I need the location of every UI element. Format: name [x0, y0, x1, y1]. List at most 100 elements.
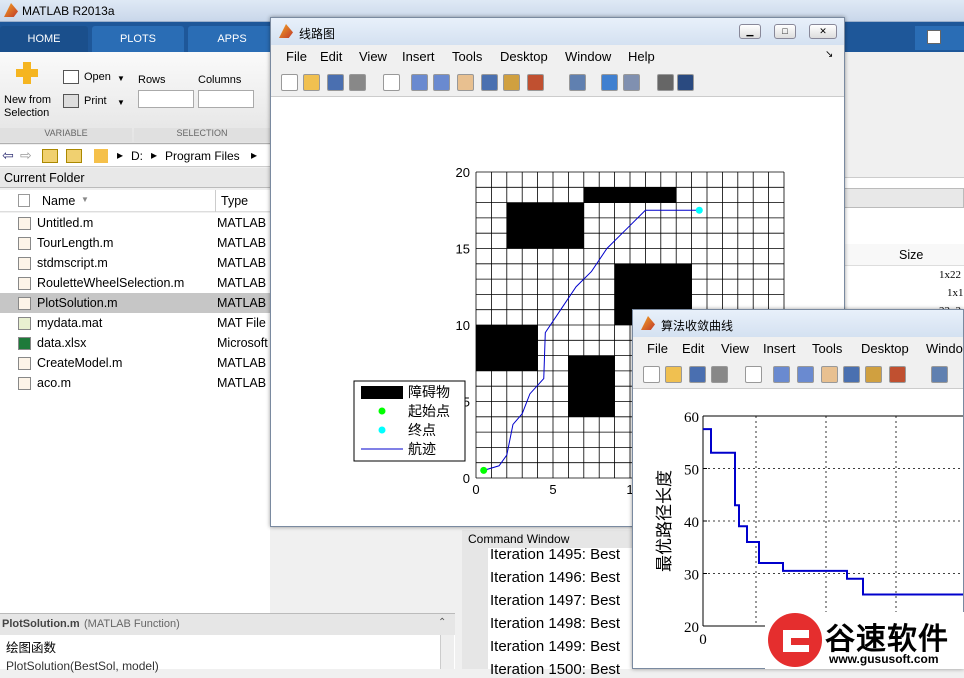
- close-button[interactable]: ✕: [809, 24, 837, 39]
- menu-insert[interactable]: Insert: [763, 341, 796, 356]
- open-file-icon[interactable]: [303, 74, 320, 91]
- menu-desktop[interactable]: Desktop: [861, 341, 909, 356]
- menu-desktop[interactable]: Desktop: [500, 49, 548, 64]
- menu-file[interactable]: File: [647, 341, 668, 356]
- menu-insert[interactable]: Insert: [402, 49, 435, 64]
- forward-arrow-icon[interactable]: ⇨: [20, 147, 32, 164]
- dock-icon[interactable]: ↘: [825, 49, 833, 60]
- zoom-in-icon[interactable]: [411, 74, 428, 91]
- link-icon[interactable]: [569, 74, 586, 91]
- pointer-icon[interactable]: [383, 74, 400, 91]
- colorbar-icon[interactable]: [601, 74, 618, 91]
- data-cursor-icon[interactable]: [865, 366, 882, 383]
- file-row[interactable]: data.xlsx Microsoft: [0, 333, 270, 353]
- browse-folder-icon[interactable]: [66, 149, 82, 163]
- menu-view[interactable]: View: [359, 49, 387, 64]
- new-from-selection-button[interactable]: [14, 60, 40, 86]
- pointer-icon[interactable]: [745, 366, 762, 383]
- details-scrollbar[interactable]: [440, 635, 454, 669]
- rows-input[interactable]: [138, 90, 194, 108]
- file-row[interactable]: Untitled.m MATLAB: [0, 213, 270, 233]
- column-type[interactable]: Type: [221, 194, 248, 208]
- brush-icon[interactable]: [527, 74, 544, 91]
- file-row[interactable]: stdmscript.m MATLAB: [0, 253, 270, 273]
- file-row[interactable]: TourLength.m MATLAB: [0, 233, 270, 253]
- new-figure-icon[interactable]: [643, 366, 660, 383]
- file-row[interactable]: aco.m MATLAB: [0, 373, 270, 393]
- rotate-icon[interactable]: [843, 366, 860, 383]
- matlab-logo-icon: [4, 3, 18, 17]
- workspace-columns: Size: [843, 244, 964, 266]
- minimize-button[interactable]: ▁: [739, 24, 761, 39]
- new-figure-icon[interactable]: [281, 74, 298, 91]
- show-tools-icon[interactable]: [677, 74, 694, 91]
- save-icon[interactable]: [327, 74, 344, 91]
- menu-edit[interactable]: Edit: [320, 49, 342, 64]
- menu-windo[interactable]: Windo: [926, 341, 963, 356]
- link-icon[interactable]: [931, 366, 948, 383]
- obstacle: [568, 355, 615, 417]
- column-size[interactable]: Size: [899, 248, 923, 262]
- print-icon[interactable]: [349, 74, 366, 91]
- file-icon: [18, 194, 30, 207]
- menu-edit[interactable]: Edit: [682, 341, 704, 356]
- help-icon[interactable]: [927, 30, 941, 44]
- y-tick-label: 20: [456, 165, 470, 180]
- zoom-out-icon[interactable]: [433, 74, 450, 91]
- print-button[interactable]: Print: [84, 95, 107, 107]
- file-name: Untitled.m: [37, 216, 94, 230]
- details-file-name: PlotSolution.m: [2, 618, 80, 630]
- figure2-title: 算法收敛曲线: [661, 319, 734, 333]
- chevron-down-icon[interactable]: ▼: [117, 74, 125, 83]
- current-folder-header: Current Folder: [0, 168, 270, 188]
- hide-tools-icon[interactable]: [657, 74, 674, 91]
- legend-end-marker: [378, 426, 386, 434]
- menu-view[interactable]: View: [721, 341, 749, 356]
- chevron-down-icon[interactable]: ▼: [117, 98, 125, 107]
- zoom-in-icon[interactable]: [773, 366, 790, 383]
- details-header: PlotSolution.m (MATLAB Function) ⌃: [0, 613, 455, 635]
- up-folder-icon[interactable]: [42, 149, 58, 163]
- file-row[interactable]: CreateModel.m MATLAB: [0, 353, 270, 373]
- column-name[interactable]: Name: [42, 194, 75, 208]
- tab-home[interactable]: HOME: [0, 26, 88, 52]
- path-folder[interactable]: Program Files: [165, 149, 240, 163]
- open-file-icon[interactable]: [665, 366, 682, 383]
- m-file-icon: [18, 277, 31, 290]
- menu-window[interactable]: Window: [565, 49, 611, 64]
- file-name: data.xlsx: [37, 336, 87, 350]
- group-variable-label: VARIABLE: [0, 128, 132, 142]
- path-drive[interactable]: D:: [131, 149, 143, 163]
- file-row[interactable]: PlotSolution.m MATLAB: [0, 293, 270, 313]
- menu-help[interactable]: Help: [628, 49, 655, 64]
- column-divider[interactable]: [215, 190, 216, 212]
- zoom-out-icon[interactable]: [797, 366, 814, 383]
- rotate-icon[interactable]: [481, 74, 498, 91]
- file-row[interactable]: mydata.mat MAT File: [0, 313, 270, 333]
- open-button[interactable]: Open: [84, 71, 111, 83]
- y-tick-label: 60: [684, 410, 699, 426]
- tab-apps[interactable]: APPS: [188, 26, 276, 52]
- pan-icon[interactable]: [457, 74, 474, 91]
- collapse-icon[interactable]: ⌃: [438, 617, 446, 628]
- columns-input[interactable]: [198, 90, 254, 108]
- data-cursor-icon[interactable]: [503, 74, 520, 91]
- pan-icon[interactable]: [821, 366, 838, 383]
- print-icon[interactable]: [711, 366, 728, 383]
- menu-tools[interactable]: Tools: [812, 341, 842, 356]
- m-file-icon: [18, 297, 31, 310]
- back-arrow-icon[interactable]: ⇦: [2, 147, 14, 164]
- y-tick-label: 30: [684, 568, 699, 584]
- file-type: MATLAB: [217, 216, 267, 230]
- file-row[interactable]: RouletteWheelSelection.m MATLAB: [0, 273, 270, 293]
- file-name: TourLength.m: [37, 236, 114, 250]
- save-icon[interactable]: [689, 366, 706, 383]
- legend-icon[interactable]: [623, 74, 640, 91]
- brush-icon[interactable]: [889, 366, 906, 383]
- tab-plots[interactable]: PLOTS: [92, 26, 184, 52]
- menu-tools[interactable]: Tools: [452, 49, 482, 64]
- maximize-button[interactable]: □: [774, 24, 796, 39]
- menu-file[interactable]: File: [286, 49, 307, 64]
- address-bar[interactable]: ⇦ ⇨ ▸ D: ▸ Program Files ▸: [0, 145, 270, 167]
- command-line: Iteration 1497: Best: [490, 592, 621, 609]
